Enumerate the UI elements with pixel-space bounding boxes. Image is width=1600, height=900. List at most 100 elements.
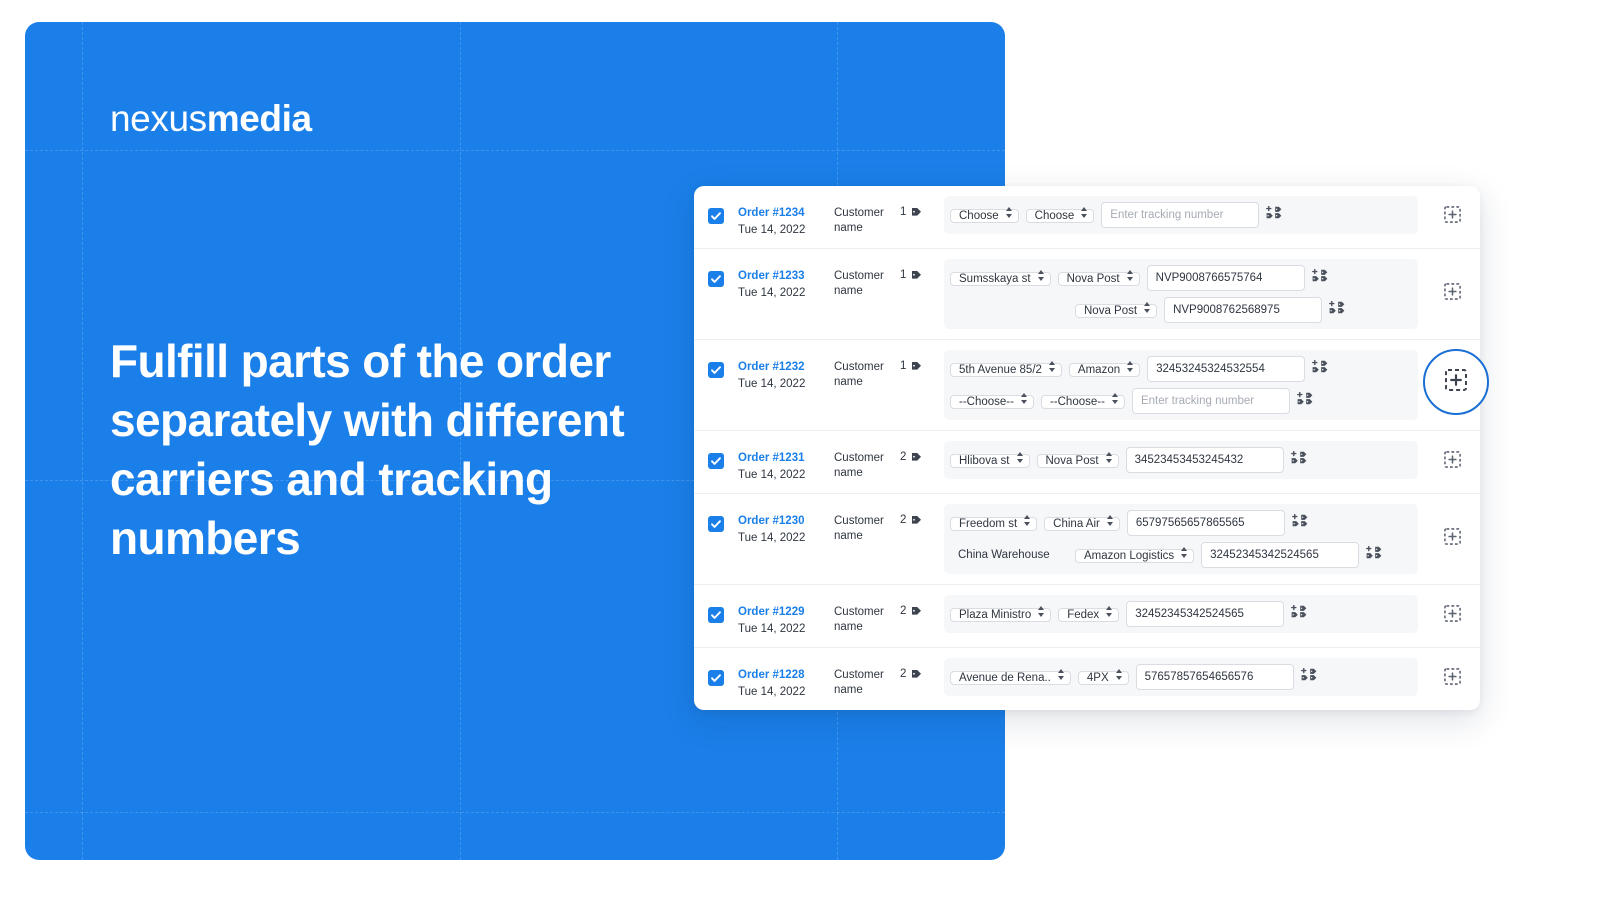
table-row: Order #1233 Tue 14, 2022 Customer name 1 Sum… <box>694 249 1480 340</box>
logo-text-bold: media <box>206 98 312 139</box>
add-fulfillment-button[interactable] <box>1443 283 1461 305</box>
checkbox-checked-icon[interactable] <box>708 607 724 623</box>
address-select[interactable]: Plaza Ministro <box>950 608 1052 622</box>
address-select[interactable]: Sumsskaya st <box>950 272 1051 286</box>
carrier-select[interactable]: 4PX <box>1077 671 1129 685</box>
order-id-link[interactable]: Order #1232 <box>738 360 834 375</box>
fulfillment-cell: Choose Choose <box>944 196 1424 234</box>
address-select[interactable]: Choose <box>950 209 1019 223</box>
address-select-wrap: Plaza Ministro <box>950 605 1052 623</box>
add-tags-icon[interactable] <box>1266 205 1282 224</box>
checkbox-checked-icon[interactable] <box>708 362 724 378</box>
add-tags-icon[interactable] <box>1291 513 1308 532</box>
tracking-number-input[interactable] <box>1131 388 1290 414</box>
checkbox-checked-icon[interactable] <box>708 271 724 287</box>
address-select[interactable]: 5th Avenue 85/2 <box>950 363 1062 377</box>
address-select[interactable]: Hlibova st <box>950 454 1030 468</box>
item-count-cell: 1 <box>900 350 944 375</box>
order-date: Tue 14, 2022 <box>738 287 806 299</box>
address-select-wrap: Freedom st <box>950 514 1038 532</box>
fulfillment-line: Nova Post <box>950 297 1412 323</box>
item-count-cell: 2 <box>900 595 944 620</box>
carrier-select-wrap: 4PX <box>1077 668 1129 686</box>
order-info-cell: Order #1233 Tue 14, 2022 <box>738 259 834 301</box>
highlighted-add-fulfillment-button[interactable] <box>1423 349 1489 415</box>
customer-name: Customer name <box>834 606 884 633</box>
address-select[interactable]: --Choose-- <box>950 395 1034 409</box>
add-fulfillment-button[interactable] <box>1443 451 1461 473</box>
item-count: 1 <box>900 360 907 372</box>
tracking-number-input[interactable] <box>1135 664 1294 690</box>
checkbox-checked-icon[interactable] <box>708 516 724 532</box>
table-row: Order #1228 Tue 14, 2022 Customer name 2 Ave… <box>694 648 1480 710</box>
row-select-cell <box>694 350 738 378</box>
carrier-select[interactable]: Amazon <box>1068 363 1141 377</box>
order-id-link[interactable]: Order #1234 <box>738 206 834 221</box>
address-select[interactable]: Avenue de Rena.. <box>950 671 1071 685</box>
order-id-link[interactable]: Order #1228 <box>738 668 834 683</box>
row-action-cell <box>1424 196 1480 238</box>
fulfillment-cell: Sumsskaya st Nova Post Nova Post <box>944 259 1424 329</box>
carrier-select[interactable]: Nova Post <box>1075 304 1158 318</box>
checkbox-checked-icon[interactable] <box>708 208 724 224</box>
add-tags-icon[interactable] <box>1290 450 1307 469</box>
row-action-cell <box>1424 504 1480 574</box>
carrier-select-wrap: Nova Post <box>1075 301 1158 319</box>
checkbox-checked-icon[interactable] <box>708 453 724 469</box>
carrier-select[interactable]: Nova Post <box>1036 454 1119 468</box>
customer-name: Customer name <box>834 452 884 479</box>
add-fulfillment-button[interactable] <box>1443 528 1461 550</box>
add-fulfillment-button[interactable] <box>1443 206 1461 228</box>
row-select-cell <box>694 504 738 532</box>
tracking-number-input[interactable] <box>1101 202 1260 228</box>
carrier-select[interactable]: --Choose-- <box>1040 395 1125 409</box>
checkbox-checked-icon[interactable] <box>708 670 724 686</box>
add-tags-icon[interactable] <box>1296 391 1313 410</box>
item-count: 2 <box>900 451 907 463</box>
table-row: Order #1231 Tue 14, 2022 Customer name 2 Hli… <box>694 431 1480 494</box>
carrier-select-wrap: Amazon <box>1068 360 1141 378</box>
customer-name: Customer name <box>834 515 884 542</box>
address-select-wrap: 5th Avenue 85/2 <box>950 360 1062 378</box>
add-tags-icon[interactable] <box>1312 359 1328 378</box>
item-count-cell: 1 <box>900 259 944 284</box>
tracking-number-input[interactable] <box>1147 356 1306 382</box>
orders-card: Order #1234 Tue 14, 2022 Customer name 1 Cho… <box>694 186 1480 710</box>
row-action-cell <box>1424 658 1480 700</box>
grid-line-vertical <box>82 22 83 860</box>
add-fulfillment-button[interactable] <box>1443 668 1461 690</box>
carrier-select[interactable]: Choose <box>1025 209 1095 223</box>
add-tags-icon[interactable] <box>1329 300 1345 319</box>
order-id-link[interactable]: Order #1231 <box>738 451 834 466</box>
tracking-number-input[interactable] <box>1146 265 1305 291</box>
page-title: Fulfill parts of the order separately wi… <box>110 335 625 564</box>
order-id-link[interactable]: Order #1229 <box>738 605 834 620</box>
logo-text-light: nexus <box>110 98 207 139</box>
tracking-number-input[interactable] <box>1164 297 1323 323</box>
tracking-number-input[interactable] <box>1201 542 1360 568</box>
tag-icon <box>911 515 922 529</box>
carrier-select[interactable]: Amazon Logistics <box>1075 549 1195 563</box>
tracking-number-input[interactable] <box>1126 510 1285 536</box>
item-count: 2 <box>900 668 907 680</box>
tracking-number-input[interactable] <box>1125 447 1284 473</box>
carrier-select[interactable]: Nova Post <box>1057 272 1140 286</box>
carrier-select[interactable]: China Air <box>1044 517 1120 531</box>
fulfillment-line: Plaza Ministro Fedex <box>950 601 1412 627</box>
customer-name: Customer name <box>834 207 884 234</box>
add-tags-icon[interactable] <box>1300 667 1317 686</box>
order-id-link[interactable]: Order #1230 <box>738 514 834 529</box>
carrier-select[interactable]: Fedex <box>1058 608 1120 622</box>
fulfillment-line: Freedom st China Air <box>950 510 1412 536</box>
address-select[interactable]: Freedom st <box>950 517 1038 531</box>
add-fulfillment-button[interactable] <box>1443 605 1461 627</box>
item-count: 1 <box>900 206 907 218</box>
tag-icon <box>911 669 922 683</box>
add-tags-icon[interactable] <box>1366 545 1382 564</box>
tracking-number-input[interactable] <box>1126 601 1285 627</box>
add-tags-icon[interactable] <box>1291 604 1307 623</box>
grid-line-horizontal <box>25 812 1005 813</box>
fulfillment-line: Hlibova st Nova Post <box>950 447 1412 473</box>
add-tags-icon[interactable] <box>1311 268 1328 287</box>
order-id-link[interactable]: Order #1233 <box>738 269 834 284</box>
